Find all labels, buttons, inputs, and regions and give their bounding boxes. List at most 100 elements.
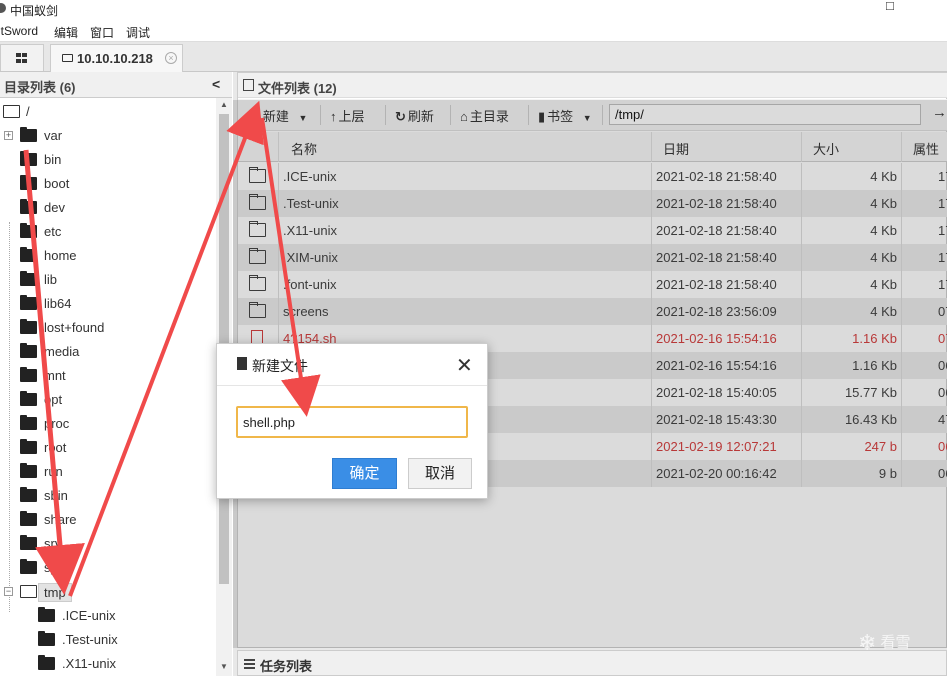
- tree-item-bin[interactable]: bin: [0, 148, 216, 172]
- tree-item-x11-unix[interactable]: .X11-unix: [0, 652, 216, 676]
- tree-item-opt[interactable]: opt: [0, 388, 216, 412]
- folder-icon: [38, 631, 55, 646]
- task-panel-title: 任务列表: [260, 659, 313, 674]
- file-icon: [237, 357, 247, 370]
- directory-panel-header: 目录列表 (6) <: [0, 72, 232, 98]
- tree-item-lost-found[interactable]: lost+found: [0, 316, 216, 340]
- tree-item-label: boot: [44, 176, 70, 191]
- directory-tree: / + var bin boot dev etc home lib lib64 …: [0, 98, 216, 676]
- tree-item-share[interactable]: share: [0, 508, 216, 532]
- close-tab-icon[interactable]: ×: [165, 52, 177, 64]
- tree-item-test-unix[interactable]: .Test-unix: [0, 628, 216, 652]
- tree-item-root-dir[interactable]: root: [0, 436, 216, 460]
- folder-icon: [20, 127, 37, 142]
- tree-item-label: tmp: [38, 583, 72, 602]
- list-icon: [244, 659, 255, 669]
- tree-item-label: lost+found: [44, 320, 105, 335]
- folder-icon: [20, 559, 37, 574]
- tree-item-lib[interactable]: lib: [0, 268, 216, 292]
- tree-item-srv[interactable]: srv: [0, 532, 216, 556]
- tab-home[interactable]: [0, 44, 44, 71]
- folder-icon: [20, 247, 37, 262]
- folder-icon: [20, 151, 37, 166]
- file-panel-title: 文件列表 (12): [258, 81, 337, 96]
- folder-icon: [20, 439, 37, 454]
- tree-item-label: root: [44, 440, 67, 455]
- cancel-button[interactable]: 取消: [408, 458, 472, 489]
- tree-item-sys[interactable]: sys: [0, 556, 216, 580]
- tree-item-label: opt: [44, 392, 63, 407]
- folder-icon: [20, 487, 37, 502]
- watermark: ❄ 看雪: [858, 630, 910, 656]
- tree-item-tmp[interactable]: − tmp: [0, 580, 216, 604]
- folder-icon: [20, 415, 37, 430]
- folder-icon: [20, 463, 37, 478]
- tree-item-var[interactable]: + var: [0, 124, 216, 148]
- tree-item-label: media: [44, 344, 80, 359]
- tree-item-label: home: [44, 248, 77, 263]
- tree-item-label: dev: [44, 200, 65, 215]
- collapse-panel-icon[interactable]: <: [212, 76, 220, 92]
- tree-item-root[interactable]: /: [0, 100, 216, 124]
- tree-item-home[interactable]: home: [0, 244, 216, 268]
- folder-open-icon: [3, 105, 20, 118]
- tree-item-dev[interactable]: dev: [0, 196, 216, 220]
- tree-item-label: srv: [44, 536, 62, 551]
- tree-item-boot[interactable]: boot: [0, 172, 216, 196]
- tree-item-lib64[interactable]: lib64: [0, 292, 216, 316]
- tree-item-label: var: [44, 128, 63, 143]
- tree-item-label: mnt: [44, 368, 66, 383]
- tree-item-label: sys: [44, 560, 64, 575]
- folder-icon: [20, 319, 37, 334]
- tree-item-label: bin: [44, 152, 62, 167]
- tree-item-etc[interactable]: etc: [0, 220, 216, 244]
- tree-item-proc[interactable]: proc: [0, 412, 216, 436]
- close-dialog-icon[interactable]: ✕: [456, 353, 473, 378]
- tree-item-ice-unix[interactable]: .ICE-unix: [0, 604, 216, 628]
- folder-icon: [20, 535, 37, 550]
- folder-icon: [20, 223, 37, 238]
- dialog-header: 新建文件 ✕: [217, 344, 487, 386]
- folder-icon: [20, 199, 37, 214]
- folder-icon: [20, 367, 37, 382]
- folder-icon: [20, 175, 37, 190]
- collapse-icon[interactable]: −: [4, 587, 13, 596]
- menu-debug[interactable]: 调试: [126, 24, 150, 41]
- scroll-up-icon[interactable]: ▲: [220, 100, 228, 109]
- tree-item-mnt[interactable]: mnt: [0, 364, 216, 388]
- tree-item-sbin[interactable]: sbin: [0, 484, 216, 508]
- menu-edit[interactable]: 编辑: [54, 24, 78, 41]
- menu-antsword[interactable]: AntSword: [0, 24, 38, 38]
- tree-item-label: proc: [44, 416, 70, 431]
- title-bar: 中国蚁剑 □: [0, 0, 947, 21]
- tab-bar: 10.10.10.218 ×: [0, 42, 947, 72]
- folder-icon: [20, 271, 37, 286]
- filename-input[interactable]: [236, 406, 468, 438]
- tree-item-run[interactable]: run: [0, 460, 216, 484]
- tree-item-label: /: [26, 104, 30, 119]
- menu-window[interactable]: 窗口: [90, 24, 114, 41]
- tree-item-label: lib: [44, 272, 58, 287]
- directory-panel-title: 目录列表 (6): [4, 80, 76, 95]
- task-panel[interactable]: 任务列表: [237, 650, 947, 676]
- tab-host[interactable]: 10.10.10.218 ×: [50, 44, 183, 72]
- scroll-down-icon[interactable]: ▼: [220, 662, 228, 671]
- app-icon: [0, 3, 6, 13]
- snowflake-icon: ❄: [858, 630, 877, 655]
- maximize-button[interactable]: □: [886, 0, 900, 14]
- folder-icon: [20, 391, 37, 406]
- tree-item-label: lib64: [44, 296, 72, 311]
- tree-item-label: share: [44, 512, 77, 527]
- directory-panel: 目录列表 (6) < / + var bin boot dev etc home…: [0, 72, 232, 676]
- confirm-button[interactable]: 确定: [332, 458, 397, 489]
- dialog-title: 新建文件: [252, 358, 308, 374]
- tab-host-label: 10.10.10.218: [77, 51, 153, 66]
- tree-item-label: sbin: [44, 488, 68, 503]
- tree-item-label: run: [44, 464, 63, 479]
- watermark-text: 看雪: [880, 633, 911, 651]
- tree-item-label: .Test-unix: [62, 632, 118, 647]
- tree-item-media[interactable]: media: [0, 340, 216, 364]
- folder-open-icon: [20, 585, 37, 598]
- expand-icon[interactable]: +: [4, 131, 13, 140]
- folder-icon: [62, 54, 73, 62]
